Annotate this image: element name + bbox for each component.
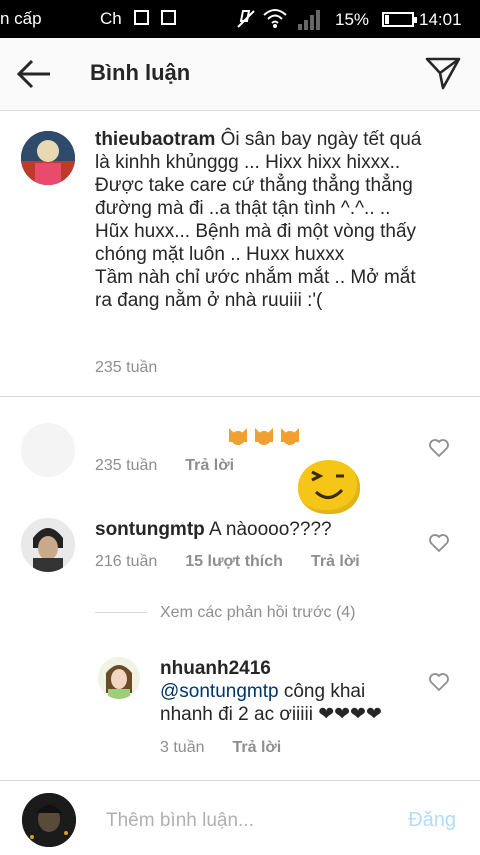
reply-button[interactable]: Trả lời (232, 739, 281, 756)
cat-emoji-icon (255, 427, 273, 445)
comment-time: 216 tuần (95, 553, 158, 570)
wifi-icon (263, 9, 287, 28)
reply-username[interactable]: nhuanh2416 (160, 658, 271, 679)
battery-icon (382, 12, 417, 27)
page-title: Bình luận (90, 60, 191, 85)
back-arrow-icon[interactable] (14, 54, 54, 94)
comment-time: 235 tuần (95, 359, 158, 376)
user-photo (98, 657, 140, 699)
comment-body (95, 422, 395, 446)
post-button[interactable]: Đăng (408, 809, 456, 832)
emoji-face-icon (311, 470, 344, 499)
avatar[interactable] (21, 518, 75, 572)
comment-time: 235 tuần (95, 457, 158, 474)
comment-username[interactable]: sontungmtp (95, 519, 205, 540)
caption-divider (0, 396, 480, 397)
heart-icon[interactable] (428, 438, 450, 458)
comment-input[interactable] (104, 805, 388, 837)
replies-line (95, 612, 147, 613)
signal-icon (298, 10, 320, 30)
user-photo (21, 131, 75, 185)
comment-composer: Đăng (0, 780, 480, 855)
current-user-avatar (22, 793, 76, 847)
comment-username[interactable]: thieubaotram (95, 129, 215, 150)
cat-emoji-icon (281, 427, 299, 445)
comment-text-2: Tầm nàh chỉ ước nhắm mắt .. Mở mắt ra đa… (95, 267, 416, 311)
clock: 14:01 (419, 10, 462, 29)
mention-link[interactable]: @sontungmtp (160, 681, 279, 702)
comment-meta: 235 tuần Trả lời (95, 457, 234, 475)
header: Bình luận (0, 38, 480, 111)
likes-count[interactable]: 15 lượt thích (185, 553, 283, 570)
carrier-label: n cấp (0, 9, 42, 28)
reply-time: 3 tuần (160, 739, 205, 756)
avatar[interactable] (21, 423, 75, 477)
heart-icon[interactable] (428, 533, 450, 553)
gallery-notification-icon (161, 10, 176, 25)
reply-meta: 3 tuần Trả lời (160, 739, 281, 757)
image-notification-icon (134, 10, 149, 25)
direct-send-icon[interactable] (424, 54, 462, 92)
comment-meta: 216 tuần 15 lượt thích Trả lời (95, 553, 360, 571)
avatar[interactable] (98, 657, 140, 699)
battery-percent: 15% (335, 10, 370, 29)
cat-emoji-group (227, 424, 305, 447)
status-bar: n cấp Ch 15% 14:01 (0, 0, 480, 38)
cat-emoji-icon (229, 427, 247, 445)
user-photo (22, 793, 76, 847)
carrier-label-2: Ch (100, 9, 122, 28)
wink-emoji-sticker (298, 460, 360, 514)
reply-body: nhuanh2416 @sontungmtp công khai nhanh đ… (160, 657, 422, 726)
avatar[interactable] (21, 131, 75, 185)
comment-body: thieubaotram Ôi sân bay ngày tết quá là … (95, 128, 425, 312)
view-previous-replies[interactable]: Xem các phản hồi trước (4) (160, 604, 356, 622)
comment-text: A nàoooo???? (209, 519, 332, 540)
comment-body: sontungmtp A nàoooo???? (95, 518, 415, 541)
reply-button[interactable]: Trả lời (311, 553, 360, 570)
user-photo (21, 518, 75, 572)
reply-button[interactable]: Trả lời (185, 457, 234, 474)
mute-icon (237, 10, 255, 28)
heart-icon[interactable] (428, 672, 450, 692)
